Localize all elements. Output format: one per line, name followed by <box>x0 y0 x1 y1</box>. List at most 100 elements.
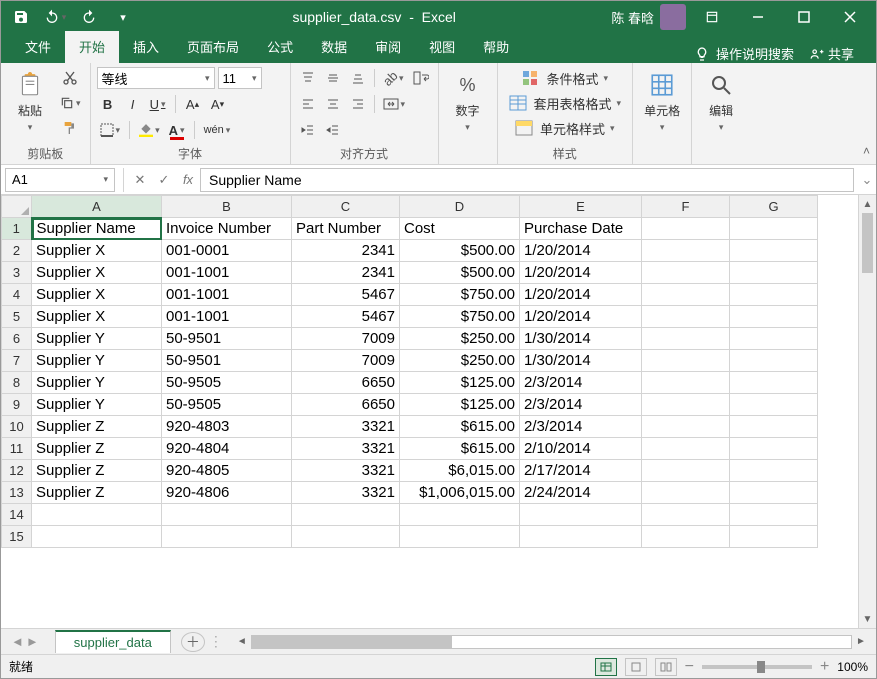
cell[interactable] <box>520 526 642 548</box>
cell[interactable] <box>642 526 730 548</box>
cell[interactable]: $750.00 <box>400 306 520 328</box>
cell[interactable]: 2/10/2014 <box>520 438 642 460</box>
cell[interactable]: 920-4806 <box>162 482 292 504</box>
cell[interactable] <box>730 526 818 548</box>
cell[interactable]: 2/24/2014 <box>520 482 642 504</box>
phonetic-icon[interactable]: wén <box>201 119 234 141</box>
cell[interactable] <box>292 526 400 548</box>
cell[interactable]: $1,006,015.00 <box>400 482 520 504</box>
tab-公式[interactable]: 公式 <box>253 31 307 63</box>
formula-input[interactable]: Supplier Name <box>200 168 854 192</box>
collapse-ribbon-icon[interactable]: ˄ <box>863 144 870 158</box>
cell[interactable]: 5467 <box>292 284 400 306</box>
row-header[interactable]: 5 <box>2 306 32 328</box>
scroll-up-icon[interactable]: ▲ <box>859 195 876 213</box>
ribbon-display-icon[interactable] <box>692 3 732 31</box>
redo-icon[interactable] <box>75 3 103 31</box>
cell[interactable]: Supplier Y <box>32 350 162 372</box>
cell[interactable]: 3321 <box>292 438 400 460</box>
col-header[interactable]: E <box>520 196 642 218</box>
cell[interactable] <box>162 504 292 526</box>
editing-button[interactable]: 编辑 ▾ <box>698 67 744 137</box>
bold-button[interactable]: B <box>97 93 119 115</box>
row-header[interactable]: 9 <box>2 394 32 416</box>
col-header[interactable]: F <box>642 196 730 218</box>
cell[interactable] <box>642 460 730 482</box>
align-top-icon[interactable] <box>297 67 319 89</box>
cell[interactable] <box>730 504 818 526</box>
cancel-formula-icon[interactable]: ✕ <box>128 168 152 192</box>
cell[interactable]: 001-1001 <box>162 262 292 284</box>
tab-插入[interactable]: 插入 <box>119 31 173 63</box>
tab-数据[interactable]: 数据 <box>307 31 361 63</box>
cell[interactable] <box>642 504 730 526</box>
border-icon[interactable] <box>97 119 124 141</box>
font-name-select[interactable]: 等线▾ <box>97 67 215 89</box>
name-box[interactable]: A1▾ <box>5 168 115 192</box>
cell[interactable] <box>642 306 730 328</box>
cell[interactable]: 50-9501 <box>162 328 292 350</box>
qat-customize-icon[interactable]: ▾ <box>109 3 137 31</box>
cell[interactable] <box>400 504 520 526</box>
row-header[interactable]: 13 <box>2 482 32 504</box>
cell[interactable]: $250.00 <box>400 328 520 350</box>
cell[interactable]: 50-9505 <box>162 394 292 416</box>
cell[interactable]: Supplier Z <box>32 460 162 482</box>
cell[interactable]: 2/17/2014 <box>520 460 642 482</box>
zoom-out-icon[interactable]: − <box>685 658 694 676</box>
cut-icon[interactable] <box>57 67 84 89</box>
italic-button[interactable]: I <box>122 93 144 115</box>
cells-button[interactable]: 单元格 ▾ <box>639 67 685 137</box>
increase-indent-icon[interactable] <box>322 119 344 141</box>
cell[interactable]: Supplier X <box>32 262 162 284</box>
cell[interactable]: 1/20/2014 <box>520 240 642 262</box>
cell[interactable] <box>730 306 818 328</box>
cell[interactable] <box>730 416 818 438</box>
cell[interactable] <box>32 526 162 548</box>
cell[interactable]: Purchase Date <box>520 218 642 240</box>
cell[interactable]: 7009 <box>292 350 400 372</box>
cell[interactable]: 3321 <box>292 460 400 482</box>
cell[interactable] <box>730 394 818 416</box>
cell-styles-button[interactable]: 单元格样式 <box>504 117 627 139</box>
cell[interactable] <box>730 482 818 504</box>
cell[interactable]: 3321 <box>292 416 400 438</box>
cell[interactable]: 920-4803 <box>162 416 292 438</box>
align-left-icon[interactable] <box>297 93 319 115</box>
zoom-slider[interactable] <box>702 665 812 669</box>
row-header[interactable]: 1 <box>2 218 32 240</box>
align-middle-icon[interactable] <box>322 67 344 89</box>
cell[interactable]: 1/30/2014 <box>520 328 642 350</box>
font-size-select[interactable]: 11▾ <box>218 67 262 89</box>
decrease-font-icon[interactable]: A▾ <box>207 93 229 115</box>
cell[interactable] <box>642 240 730 262</box>
page-break-view-icon[interactable] <box>655 658 677 676</box>
cell[interactable] <box>730 372 818 394</box>
merge-center-icon[interactable] <box>380 93 409 115</box>
cell[interactable] <box>642 218 730 240</box>
cell[interactable] <box>642 372 730 394</box>
cell[interactable]: $500.00 <box>400 240 520 262</box>
row-header[interactable]: 2 <box>2 240 32 262</box>
cell[interactable] <box>730 350 818 372</box>
cell[interactable]: 2/3/2014 <box>520 372 642 394</box>
cell[interactable]: Part Number <box>292 218 400 240</box>
cell[interactable]: $6,015.00 <box>400 460 520 482</box>
cell[interactable]: 920-4805 <box>162 460 292 482</box>
cell[interactable]: Supplier Name <box>32 218 162 240</box>
row-header[interactable]: 3 <box>2 262 32 284</box>
cell[interactable] <box>730 262 818 284</box>
zoom-level[interactable]: 100% <box>837 660 868 674</box>
cell[interactable]: 1/20/2014 <box>520 284 642 306</box>
col-header[interactable]: A <box>32 196 162 218</box>
format-as-table-button[interactable]: 套用表格格式 <box>504 92 627 114</box>
cell[interactable]: 1/30/2014 <box>520 350 642 372</box>
cell[interactable]: Supplier Z <box>32 438 162 460</box>
cell[interactable]: 2341 <box>292 240 400 262</box>
underline-button[interactable]: U <box>147 93 169 115</box>
cell[interactable]: Cost <box>400 218 520 240</box>
col-header[interactable]: B <box>162 196 292 218</box>
cell[interactable] <box>730 240 818 262</box>
format-painter-icon[interactable] <box>57 117 84 139</box>
tab-页面布局[interactable]: 页面布局 <box>173 31 253 63</box>
